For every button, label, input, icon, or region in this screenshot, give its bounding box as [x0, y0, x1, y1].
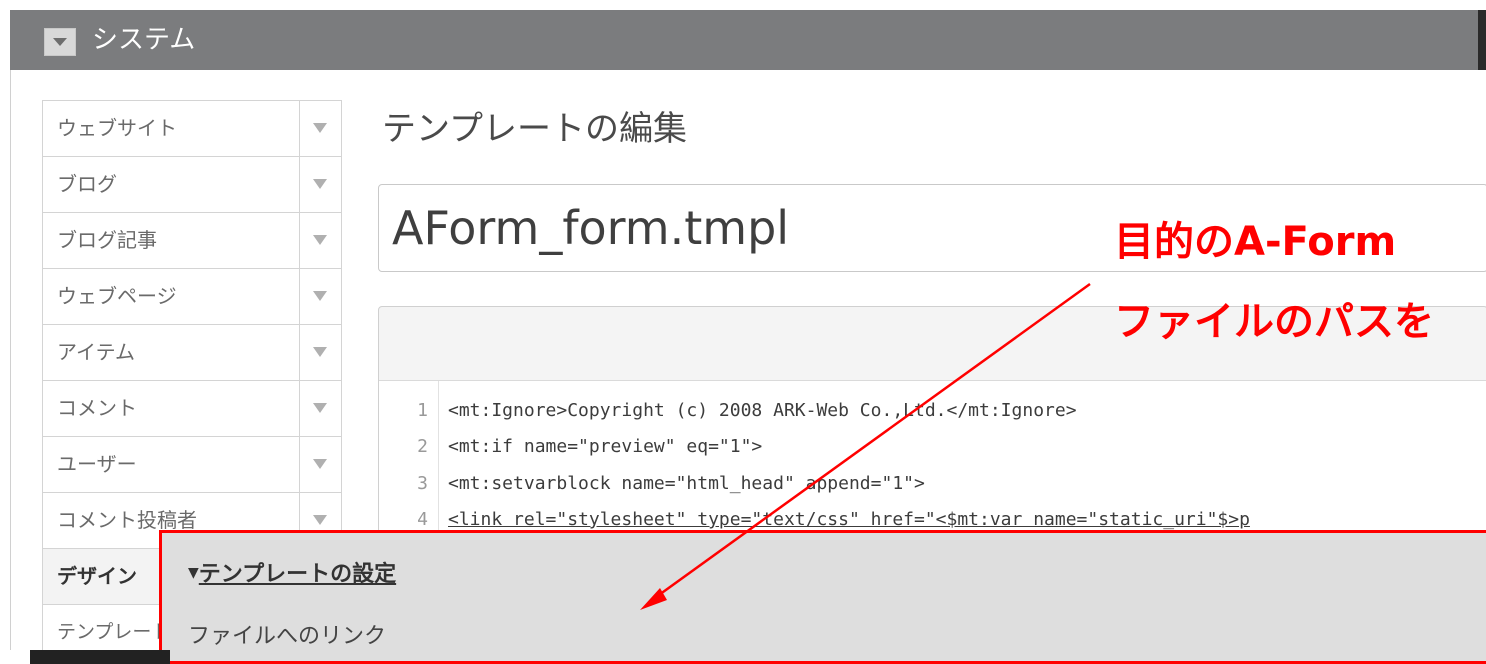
- annotation-arrow: [640, 282, 1091, 610]
